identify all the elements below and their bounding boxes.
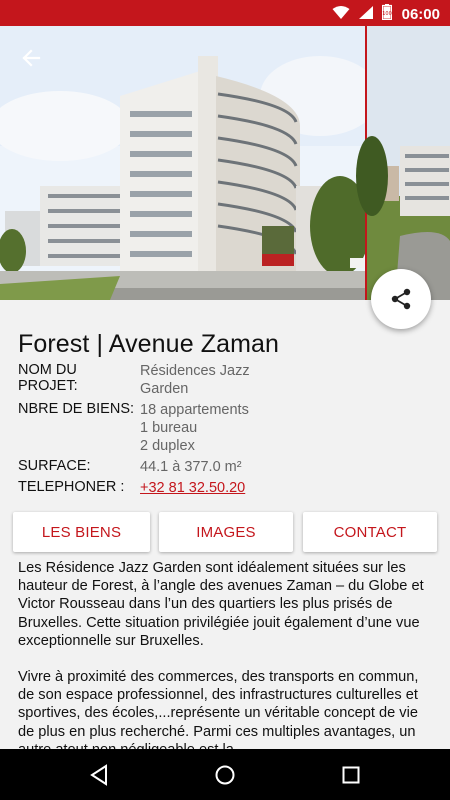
action-buttons: LES BIENS IMAGES CONTACT (13, 512, 437, 552)
description-paragraph: Vivre à proximité des commerces, des tra… (18, 669, 419, 749)
back-button[interactable] (14, 44, 48, 72)
project-name-label: NOM DU PROJET: (18, 362, 78, 394)
units-value: 18 appartements 1 bureau 2 duplex (140, 402, 249, 454)
battery-icon: 100 (381, 4, 392, 25)
images-button[interactable]: IMAGES (159, 512, 293, 552)
square-recents-icon (342, 766, 360, 784)
clock: 06:00 (401, 6, 440, 23)
project-name-value: Résidences Jazz Garden (140, 363, 250, 397)
units-row: NBRE DE BIENS: 18 appartements 1 bureau … (18, 401, 438, 457)
nav-home-button[interactable] (212, 762, 238, 788)
signal-icon (358, 5, 374, 25)
nav-recents-button[interactable] (338, 762, 364, 788)
arrow-back-icon (22, 49, 41, 67)
units-label: NBRE DE BIENS: (18, 401, 135, 417)
triangle-back-icon (90, 764, 107, 786)
project-photo[interactable] (0, 26, 450, 300)
project-name-row: NOM DU PROJET: Résidences Jazz Garden (18, 362, 438, 400)
phone-label: TELEPHONER : (18, 479, 125, 495)
system-nav-bar (0, 749, 450, 800)
status-bar: 100 06:00 (0, 0, 450, 26)
project-description: Les Résidence Jazz Garden sont idéalemen… (18, 559, 432, 749)
svg-text:100: 100 (382, 11, 392, 17)
surface-row: SURFACE: 44.1 à 377.0 m² (18, 458, 438, 478)
circle-home-icon (215, 765, 235, 785)
les-biens-button[interactable]: LES BIENS (13, 512, 150, 552)
project-title: Forest | Avenue Zaman (18, 330, 280, 358)
contact-button[interactable]: CONTACT (303, 512, 437, 552)
project-info: NOM DU PROJET: Résidences Jazz Garden NB… (18, 362, 438, 500)
share-icon (391, 288, 411, 310)
nav-back-button[interactable] (86, 762, 112, 788)
surface-value: 44.1 à 377.0 m² (140, 459, 242, 475)
share-button[interactable] (371, 269, 431, 329)
phone-link[interactable]: +32 81 32.50.20 (140, 479, 245, 499)
wifi-icon (332, 5, 350, 25)
description-paragraph: Les Résidence Jazz Garden sont idéalemen… (18, 560, 424, 649)
phone-row: TELEPHONER : +32 81 32.50.20 (18, 479, 438, 499)
surface-label: SURFACE: (18, 458, 91, 474)
